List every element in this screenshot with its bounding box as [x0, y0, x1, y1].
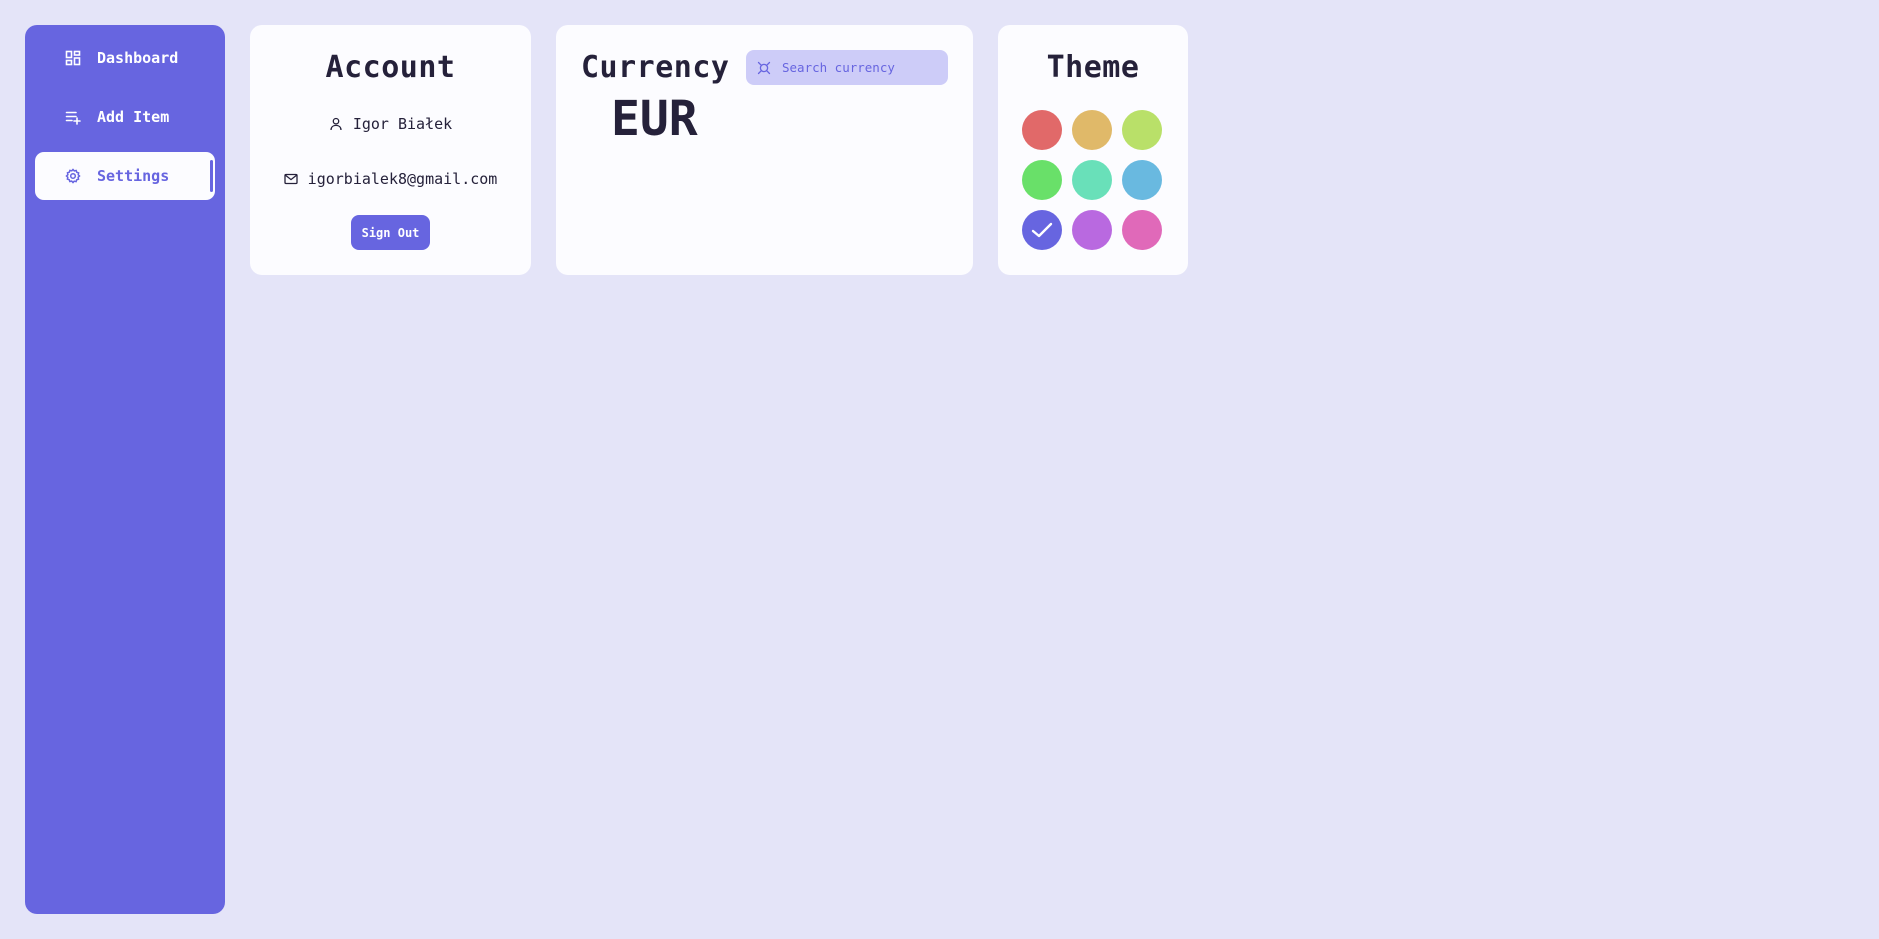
account-name: Igor Białek [352, 115, 453, 133]
check-icon [1031, 222, 1053, 238]
theme-swatch-indigo[interactable] [1022, 210, 1062, 250]
sidebar-item-settings[interactable]: Settings [35, 152, 215, 200]
currency-title: Currency [581, 50, 730, 85]
currency-value: EUR [611, 91, 698, 147]
currency-search[interactable] [746, 50, 948, 85]
sign-out-button[interactable]: Sign Out [351, 215, 430, 250]
currency-icon [757, 61, 771, 75]
sidebar-item-add-item[interactable]: Add Item [35, 93, 215, 141]
sidebar-item-label: Dashboard [97, 49, 179, 67]
gear-icon [65, 168, 81, 184]
sidebar: Dashboard Add Item Settings [25, 25, 225, 914]
theme-swatch-pink[interactable] [1122, 210, 1162, 250]
user-icon [329, 117, 343, 131]
account-name-row: Igor Białek [250, 115, 531, 133]
currency-search-input[interactable] [782, 60, 942, 75]
theme-title: Theme [1046, 50, 1140, 85]
theme-swatch-teal[interactable] [1072, 160, 1112, 200]
theme-swatch-purple[interactable] [1072, 210, 1112, 250]
sidebar-item-dashboard[interactable]: Dashboard [35, 34, 215, 82]
account-card: Account Igor Białek igorbialek8@gmail.co… [250, 25, 531, 275]
theme-swatch-orange[interactable] [1072, 110, 1112, 150]
theme-card: Theme [998, 25, 1188, 275]
account-email: igorbialek8@gmail.com [307, 170, 498, 188]
dashboard-icon [65, 50, 81, 66]
theme-swatch-blue[interactable] [1122, 160, 1162, 200]
sidebar-item-label: Settings [97, 167, 170, 185]
currency-card: Currency EUR [556, 25, 973, 275]
mail-icon [284, 172, 298, 186]
theme-swatches [1022, 110, 1162, 250]
add-item-icon [65, 109, 81, 125]
account-title: Account [325, 50, 456, 85]
theme-swatch-lime[interactable] [1122, 110, 1162, 150]
sidebar-item-label: Add Item [97, 108, 170, 126]
account-email-row: igorbialek8@gmail.com [250, 170, 531, 188]
theme-swatch-red[interactable] [1022, 110, 1062, 150]
theme-swatch-green[interactable] [1022, 160, 1062, 200]
